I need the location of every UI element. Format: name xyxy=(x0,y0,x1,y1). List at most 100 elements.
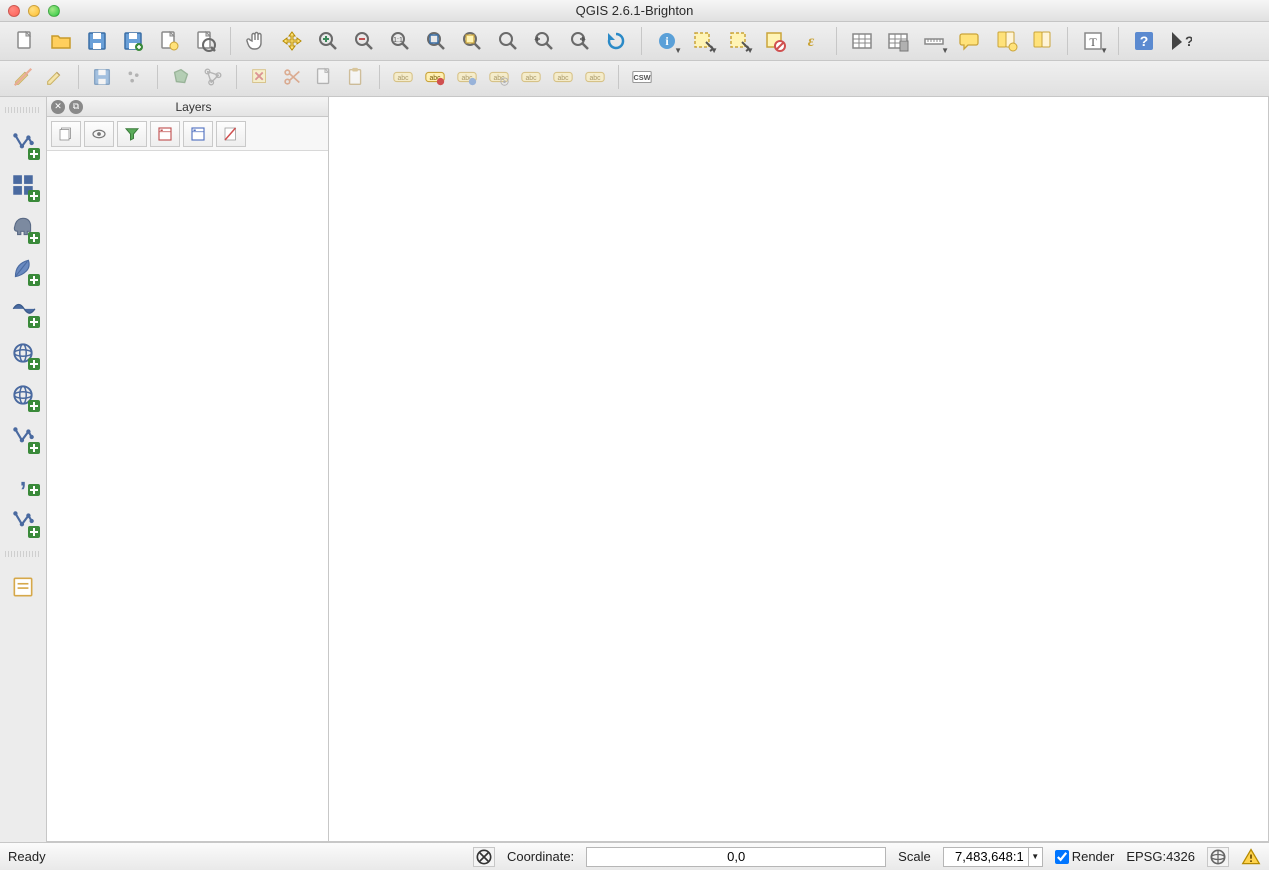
add-delimited-text-button[interactable]: , xyxy=(7,463,39,495)
open-project-icon xyxy=(49,29,73,53)
crs-label: EPSG:4326 xyxy=(1126,849,1195,864)
label-rotate-icon: abc xyxy=(552,66,574,88)
toggle-editing-button xyxy=(40,63,70,91)
new-print-composer-button[interactable] xyxy=(152,25,186,57)
crs-button[interactable] xyxy=(1207,847,1229,867)
scale-label: Scale xyxy=(898,849,931,864)
move-feature-icon xyxy=(170,66,192,88)
layers-panel-header: ✕ ⧉ Layers xyxy=(47,97,328,117)
expand-all-button[interactable] xyxy=(150,121,180,147)
composer-manager-button[interactable] xyxy=(188,25,222,57)
undock-panel-button[interactable]: ⧉ xyxy=(69,100,83,114)
move-feature-button xyxy=(166,63,196,91)
zoom-native-icon: 1:1 xyxy=(388,29,412,53)
open-project-button[interactable] xyxy=(44,25,78,57)
add-spatialite-layer-button[interactable] xyxy=(7,253,39,285)
expression-button[interactable]: ε xyxy=(794,25,828,57)
delete-selected-icon xyxy=(249,66,271,88)
cut-features-button xyxy=(277,63,307,91)
new-project-button[interactable] xyxy=(8,25,42,57)
main-area: , ✕ ⧉ Layers xyxy=(0,97,1269,842)
plus-badge-icon xyxy=(28,442,40,454)
zoom-to-selection-button[interactable] xyxy=(455,25,489,57)
label-tool-button: abc xyxy=(388,63,418,91)
render-checkbox[interactable]: Render xyxy=(1055,849,1115,864)
save-project-button[interactable] xyxy=(80,25,114,57)
close-window-button[interactable] xyxy=(8,5,20,17)
csw-button[interactable]: CSW xyxy=(627,63,657,91)
measure-button[interactable]: ▼ xyxy=(917,25,951,57)
svg-text:abc: abc xyxy=(557,75,569,82)
csw-icon: CSW xyxy=(631,66,653,88)
add-vector-layer-button[interactable] xyxy=(7,127,39,159)
zoom-window-button[interactable] xyxy=(48,5,60,17)
zoom-to-layer-icon xyxy=(496,29,520,53)
add-raster-layer-button[interactable] xyxy=(7,169,39,201)
show-bookmarks-button[interactable] xyxy=(1025,25,1059,57)
composer-manager-icon xyxy=(193,29,217,53)
field-calculator-button[interactable] xyxy=(881,25,915,57)
zoom-next-button[interactable] xyxy=(563,25,597,57)
coordinate-input[interactable] xyxy=(586,847,886,867)
zoom-out-button[interactable] xyxy=(347,25,381,57)
layer-styling-button[interactable] xyxy=(51,121,81,147)
scale-dropdown-button[interactable]: ▼ xyxy=(1028,848,1042,866)
node-tool-button xyxy=(198,63,228,91)
svg-text:1:1: 1:1 xyxy=(393,37,403,44)
titlebar: QGIS 2.6.1-Brighton xyxy=(0,0,1269,22)
add-wfs-layer-button[interactable] xyxy=(7,421,39,453)
new-shapefile-button[interactable] xyxy=(7,571,39,603)
refresh-button[interactable] xyxy=(599,25,633,57)
save-project-as-button[interactable] xyxy=(116,25,150,57)
identify-button[interactable]: i▼ xyxy=(650,25,684,57)
remove-layer-button[interactable] xyxy=(216,121,246,147)
toggle-extents-button[interactable] xyxy=(473,847,495,867)
pan-button[interactable] xyxy=(239,25,273,57)
zoom-native-button[interactable]: 1:1 xyxy=(383,25,417,57)
layer-styling-icon xyxy=(57,125,75,143)
collapse-all-button[interactable] xyxy=(183,121,213,147)
open-attribute-table-button[interactable] xyxy=(845,25,879,57)
add-mssql-layer-button[interactable] xyxy=(7,295,39,327)
pan-to-selection-button[interactable] xyxy=(275,25,309,57)
minimize-window-button[interactable] xyxy=(28,5,40,17)
add-wms-layer-button[interactable] xyxy=(7,337,39,369)
scale-input[interactable] xyxy=(944,848,1028,866)
scale-selector[interactable]: ▼ xyxy=(943,847,1043,867)
new-print-composer-icon xyxy=(157,29,181,53)
manage-layers-toolbar: , xyxy=(0,97,46,842)
map-canvas[interactable] xyxy=(329,97,1269,842)
add-postgis-layer-button[interactable] xyxy=(7,211,39,243)
filter-legend-button[interactable] xyxy=(117,121,147,147)
zoom-in-button[interactable] xyxy=(311,25,345,57)
add-wcs-layer-button[interactable] xyxy=(7,379,39,411)
zoom-last-button[interactable] xyxy=(527,25,561,57)
map-tips-button[interactable] xyxy=(953,25,987,57)
status-ready-label: Ready xyxy=(8,849,46,864)
select-by-expression-button[interactable]: ▼ xyxy=(722,25,756,57)
current-edits-icon xyxy=(12,66,34,88)
add-virtual-layer-button[interactable] xyxy=(7,505,39,537)
new-bookmark-button[interactable] xyxy=(989,25,1023,57)
zoom-full-icon xyxy=(424,29,448,53)
help-button[interactable]: ? xyxy=(1127,25,1161,57)
zoom-to-layer-button[interactable] xyxy=(491,25,525,57)
add-group-button[interactable] xyxy=(84,121,114,147)
messages-button[interactable] xyxy=(1241,847,1261,867)
plus-badge-icon xyxy=(28,358,40,370)
label-rotate-button: abc xyxy=(548,63,578,91)
select-button[interactable]: ▼ xyxy=(686,25,720,57)
zoom-full-button[interactable] xyxy=(419,25,453,57)
label-change-icon: abc xyxy=(584,66,606,88)
label-highlight-button[interactable]: abc xyxy=(420,63,450,91)
whats-this-button[interactable]: ? xyxy=(1163,25,1197,57)
coordinate-label: Coordinate: xyxy=(507,849,574,864)
plus-badge-icon xyxy=(28,190,40,202)
save-layer-edits-icon xyxy=(91,66,113,88)
close-panel-button[interactable]: ✕ xyxy=(51,100,65,114)
text-annotation-button[interactable]: T▼ xyxy=(1076,25,1110,57)
deselect-button[interactable] xyxy=(758,25,792,57)
zoom-out-icon xyxy=(352,29,376,53)
label-tool-icon: abc xyxy=(392,66,414,88)
layers-tree[interactable] xyxy=(47,151,328,841)
